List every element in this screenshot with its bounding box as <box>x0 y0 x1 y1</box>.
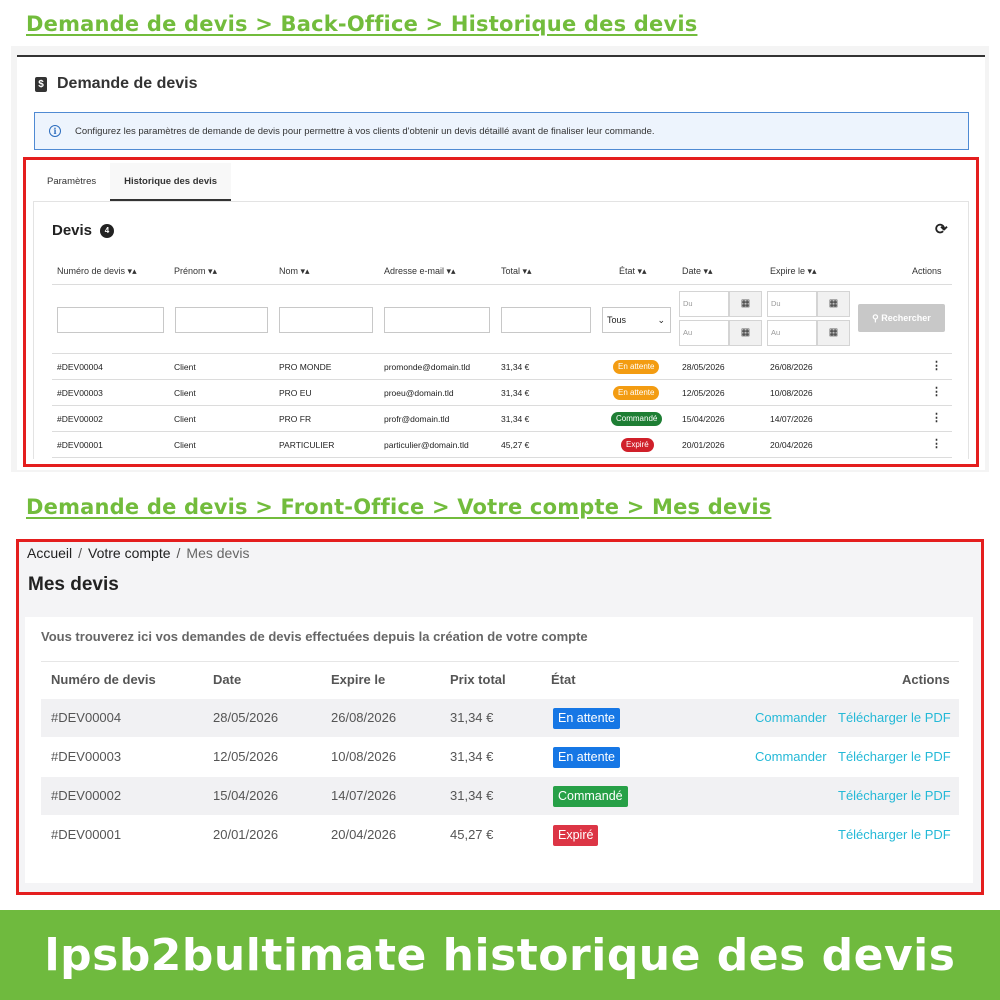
back-office-title-text: Demande de devis <box>57 75 198 92</box>
front-office-highlight-frame <box>16 539 984 895</box>
banner-text: lpsb2bultimate historique des devis <box>44 929 956 981</box>
front-office-heading: Demande de devis > Front-Office > Votre … <box>26 495 772 519</box>
back-office-highlight-frame <box>23 157 979 467</box>
info-alert-text: Configurez les paramètres de demande de … <box>75 125 655 137</box>
back-office-title: $ Demande de devis <box>35 75 198 93</box>
product-banner: lpsb2bultimate historique des devis <box>0 910 1000 1000</box>
quote-document-icon: $ <box>35 76 47 92</box>
info-alert: i Configurez les paramètres de demande d… <box>34 112 969 150</box>
info-icon: i <box>49 125 61 137</box>
back-office-heading: Demande de devis > Back-Office > Histori… <box>26 12 698 36</box>
